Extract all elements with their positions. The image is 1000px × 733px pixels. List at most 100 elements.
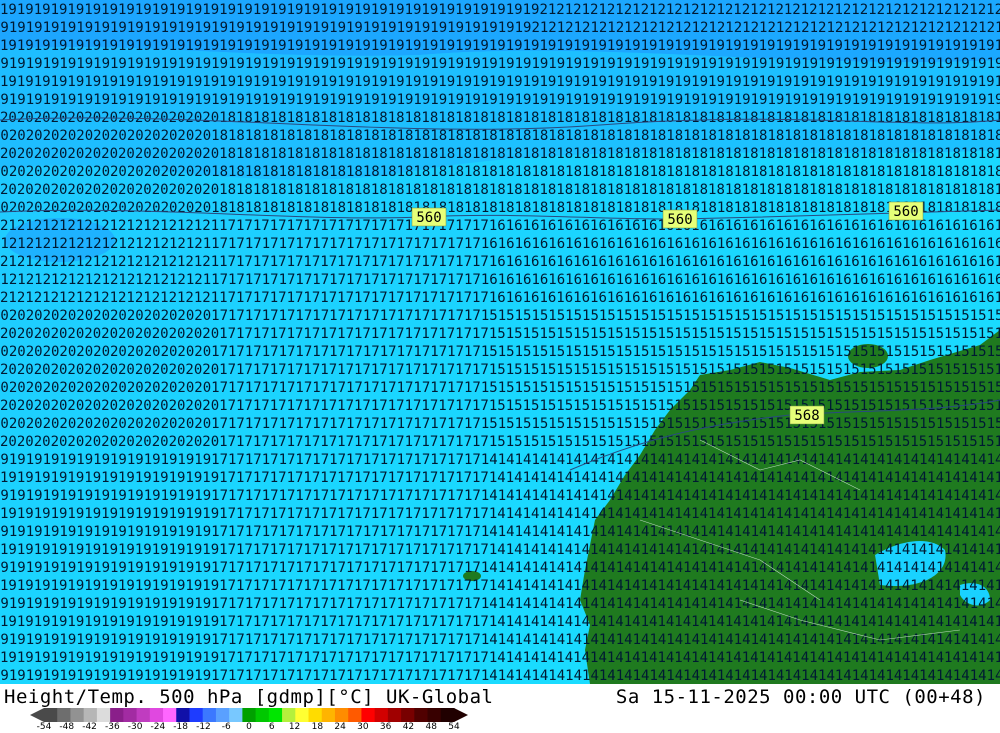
value-row: 1919191919191919191919191917171717171717…	[0, 578, 1000, 594]
value-row: 2121212121212121212121212117171717171717…	[0, 254, 1000, 270]
colorbar-tick-label: -18	[173, 722, 189, 732]
colorbar-tick-label: -48	[59, 722, 75, 732]
colorbar-swatch	[163, 708, 177, 722]
colorbar-swatch	[334, 708, 349, 722]
svg-text:560: 560	[893, 204, 918, 220]
value-row: 1919191919191919191919191919191919191919…	[0, 38, 1000, 54]
value-row: 2020202020202020202020202017171717171717…	[0, 380, 1000, 396]
value-row: 2020202020202020202020202017171717171717…	[0, 308, 1000, 324]
colorbar-swatch	[295, 708, 310, 722]
value-row: 2020202020202020202020202017171717171717…	[0, 416, 1000, 432]
colorbar-swatch	[96, 708, 111, 722]
colorbar-swatch	[70, 708, 85, 722]
colorbar	[30, 708, 468, 722]
colorbar-ticks: -54 -48 -42 -36 -30 -24 -18 -12 -6 0 6 12 18 24 30 36 42…	[0, 722, 470, 733]
value-row: 2020202020202020202020202018181818181818…	[0, 182, 1000, 198]
colorbar-swatch	[110, 708, 124, 722]
colorbar-tick-label: 24	[334, 722, 346, 732]
colorbar-swatch	[348, 708, 362, 722]
colorbar-swatch	[321, 708, 336, 722]
colorbar-tick-label: 30	[357, 722, 369, 732]
value-row: 2020202020202020202020202018181818181818…	[0, 110, 1000, 126]
colorbar-tick-label: -24	[150, 722, 166, 732]
colorbar-min-arrow	[30, 708, 44, 722]
colorbar-tick-label: 48	[425, 722, 437, 732]
value-row: 1919191919191919191919191917171717171717…	[0, 560, 1000, 576]
value-row: 1919191919191919191919191917171717171717…	[0, 668, 1000, 684]
colorbar-swatch	[361, 708, 376, 722]
colorbar-max-arrow	[454, 708, 468, 722]
value-row: 1919191919191919191919191917171717171717…	[0, 596, 1000, 612]
colorbar-tick-label: -30	[127, 722, 143, 732]
map-title: Height/Temp. 500 hPa [gdmp][°C] UK-Globa…	[4, 686, 494, 708]
colorbar-swatch	[123, 708, 138, 722]
contour-label-2: 560	[662, 209, 698, 229]
value-row: 2020202020202020202020202018181818181818…	[0, 164, 1000, 180]
value-row: 2020202020202020202020202017171717171717…	[0, 326, 1000, 342]
value-row: 2121212121212121212121212117171717171717…	[0, 236, 1000, 252]
map-viewer: 1919191919191919191919191919191919191919…	[0, 0, 1000, 733]
value-row: 1919191919191919191919191917171717171717…	[0, 650, 1000, 666]
value-row: 1919191919191919191919191919191919191919…	[0, 20, 1000, 36]
colorbar-tick-label: 36	[379, 722, 392, 732]
value-row: 1919191919191919191919191917171717171717…	[0, 452, 1000, 468]
colorbar-swatch	[202, 708, 217, 722]
value-row: 1919191919191919191919191917171717171717…	[0, 542, 1000, 558]
colorbar-swatch	[268, 708, 283, 722]
svg-text:568: 568	[794, 408, 819, 424]
value-row: 2020202020202020202020202018181818181818…	[0, 146, 1000, 162]
value-row: 1919191919191919191919191919191919191919…	[0, 2, 1000, 18]
map-timestamp: Sa 15-11-2025 00:00 UTC (00+48)	[615, 686, 986, 708]
value-row: 2121212121212121212121212117171717171717…	[0, 290, 1000, 306]
value-row: 2121212121212121212121212117171717171717…	[0, 272, 1000, 288]
colorbar-swatch	[374, 708, 389, 722]
colorbar-swatch	[427, 708, 442, 722]
colorbar-swatch	[189, 708, 204, 722]
value-row: 1919191919191919191919191917171717171717…	[0, 524, 1000, 540]
colorbar-swatch	[414, 708, 429, 722]
colorbar-tick-label: -54	[36, 722, 52, 732]
colorbar-swatch	[440, 708, 455, 722]
colorbar-swatch	[176, 708, 190, 722]
colorbar-swatch	[229, 708, 243, 722]
value-row: 1919191919191919191919191917171717171717…	[0, 506, 1000, 522]
value-row: 1919191919191919191919191917171717171717…	[0, 614, 1000, 630]
colorbar-tick-label: -42	[82, 722, 97, 732]
colorbar-swatch	[136, 708, 151, 722]
colorbar-tick-label: -6	[221, 722, 231, 732]
colorbar-swatch	[149, 708, 164, 722]
colorbar-swatch	[242, 708, 257, 722]
value-row: 1919191919191919191919191919191919191919…	[0, 56, 1000, 72]
value-row: 1919191919191919191919191917171717171717…	[0, 470, 1000, 486]
value-row: 1919191919191919191919191919191919191919…	[0, 74, 1000, 90]
value-row: 2020202020202020202020202018181818181818…	[0, 128, 1000, 144]
colorbar-swatch	[308, 708, 323, 722]
colorbar-tick-label: 12	[288, 722, 301, 732]
colorbar-swatch	[387, 708, 402, 722]
colorbar-swatch	[83, 708, 98, 722]
colorbar-swatch	[215, 708, 230, 722]
colorbar-swatch	[401, 708, 415, 722]
value-row: 2020202020202020202020202017171717171717…	[0, 434, 1000, 450]
colorbar-tick-label: -12	[196, 722, 211, 732]
value-row: 2020202020202020202020202017171717171717…	[0, 362, 1000, 378]
colorbar-tick-label: 18	[311, 722, 324, 732]
colorbar-swatch	[44, 708, 58, 722]
svg-text:560: 560	[667, 212, 692, 228]
value-row: 1919191919191919191919191919191919191919…	[0, 92, 1000, 108]
colorbar-tick-label: 0	[246, 722, 252, 732]
value-row: 2020202020202020202020202017171717171717…	[0, 344, 1000, 360]
value-row: 1919191919191919191919191917171717171717…	[0, 632, 1000, 648]
colorbar-tick-label: -36	[104, 722, 120, 732]
contour-label-4: 568	[789, 405, 825, 425]
colorbar-tick-label: 54	[448, 722, 460, 732]
svg-text:560: 560	[416, 210, 441, 226]
colorbar-swatch	[255, 708, 270, 722]
contour-label-3: 560	[888, 201, 924, 221]
value-row: 1919191919191919191919191917171717171717…	[0, 488, 1000, 504]
colorbar-swatch	[282, 708, 296, 722]
value-row: 2121212121212121212121212117171717171717…	[0, 218, 1000, 234]
weather-map: 1919191919191919191919191919191919191919…	[0, 0, 1000, 684]
value-row: 2020202020202020202020202018181818181818…	[0, 200, 1000, 216]
map-footer: Height/Temp. 500 hPa [gdmp][°C] UK-Globa…	[0, 684, 1000, 733]
